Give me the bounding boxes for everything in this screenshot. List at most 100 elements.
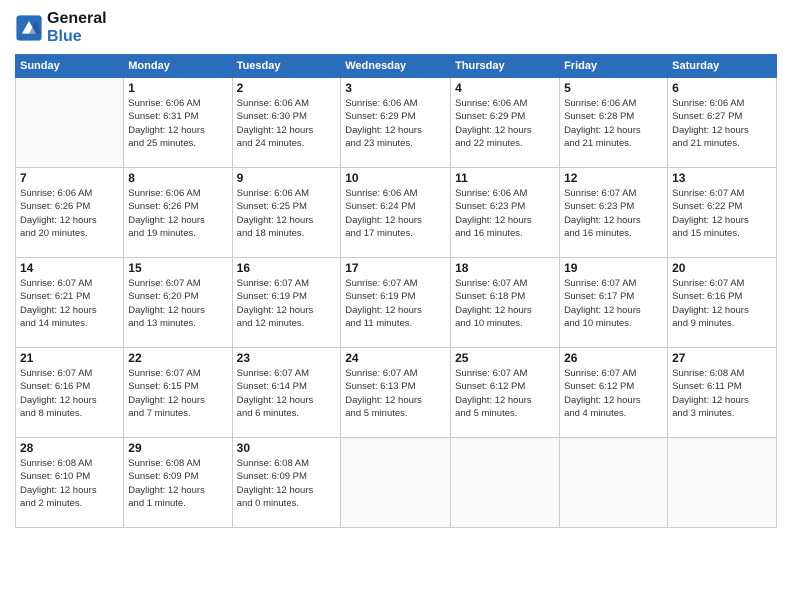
day-number: 26 <box>564 351 663 365</box>
calendar-cell: 26 Sunrise: 6:07 AM Sunset: 6:12 PM Dayli… <box>560 348 668 438</box>
day-number: 17 <box>345 261 446 275</box>
day-number: 2 <box>237 81 337 95</box>
calendar-cell: 27 Sunrise: 6:08 AM Sunset: 6:11 PM Dayli… <box>668 348 777 438</box>
day-info: Sunrise: 6:06 AM Sunset: 6:26 PM Dayligh… <box>128 187 227 240</box>
day-number: 1 <box>128 81 227 95</box>
day-number: 19 <box>564 261 663 275</box>
calendar-cell: 23Sunrise: 6:07 AM Sunset: 6:14 PM Dayli… <box>232 348 341 438</box>
day-number: 25 <box>455 351 555 365</box>
day-number: 15 <box>128 261 227 275</box>
calendar-cell: 28 Sunrise: 6:08 AM Sunset: 6:10 PM Dayli… <box>16 438 124 528</box>
calendar-cell: 10 Sunrise: 6:06 AM Sunset: 6:24 PM Dayli… <box>341 168 451 258</box>
day-number: 6 <box>672 81 772 95</box>
calendar-cell <box>668 438 777 528</box>
calendar-week-row: 7 Sunrise: 6:06 AM Sunset: 6:26 PM Daylig… <box>16 168 777 258</box>
calendar-cell: 12 Sunrise: 6:07 AM Sunset: 6:23 PM Dayli… <box>560 168 668 258</box>
calendar-cell <box>341 438 451 528</box>
calendar-cell: 17 Sunrise: 6:07 AM Sunset: 6:19 PM Dayli… <box>341 258 451 348</box>
day-info: Sunrise: 6:07 AM Sunset: 6:21 PM Dayligh… <box>20 277 119 330</box>
day-info: Sunrise: 6:08 AM Sunset: 6:10 PM Dayligh… <box>20 457 119 510</box>
day-info: Sunrise: 6:07 AM Sunset: 6:12 PM Dayligh… <box>564 367 663 420</box>
calendar-day-header: Friday <box>560 55 668 78</box>
page-header: General Blue <box>15 10 777 46</box>
calendar-cell: 3Sunrise: 6:06 AM Sunset: 6:29 PM Daylig… <box>341 78 451 168</box>
calendar-cell: 14 Sunrise: 6:07 AM Sunset: 6:21 PM Dayli… <box>16 258 124 348</box>
day-info: Sunrise: 6:07 AM Sunset: 6:18 PM Dayligh… <box>455 277 555 330</box>
day-info: Sunrise: 6:06 AM Sunset: 6:29 PM Dayligh… <box>455 97 555 150</box>
calendar-cell: 25Sunrise: 6:07 AM Sunset: 6:12 PM Dayli… <box>451 348 560 438</box>
day-number: 27 <box>672 351 772 365</box>
day-number: 30 <box>237 441 337 455</box>
calendar-cell: 7 Sunrise: 6:06 AM Sunset: 6:26 PM Daylig… <box>16 168 124 258</box>
day-number: 12 <box>564 171 663 185</box>
calendar-cell: 16 Sunrise: 6:07 AM Sunset: 6:19 PM Dayli… <box>232 258 341 348</box>
day-info: Sunrise: 6:07 AM Sunset: 6:23 PM Dayligh… <box>564 187 663 240</box>
calendar-day-header: Sunday <box>16 55 124 78</box>
day-number: 28 <box>20 441 119 455</box>
day-number: 4 <box>455 81 555 95</box>
calendar-cell: 4 Sunrise: 6:06 AM Sunset: 6:29 PM Daylig… <box>451 78 560 168</box>
calendar-cell: 21 Sunrise: 6:07 AM Sunset: 6:16 PM Dayli… <box>16 348 124 438</box>
calendar-day-header: Wednesday <box>341 55 451 78</box>
day-info: Sunrise: 6:06 AM Sunset: 6:31 PM Dayligh… <box>128 97 227 150</box>
logo: General Blue <box>15 10 107 46</box>
calendar-cell: 19 Sunrise: 6:07 AM Sunset: 6:17 PM Dayli… <box>560 258 668 348</box>
day-info: Sunrise: 6:07 AM Sunset: 6:19 PM Dayligh… <box>237 277 337 330</box>
calendar-cell: 13 Sunrise: 6:07 AM Sunset: 6:22 PM Dayli… <box>668 168 777 258</box>
day-number: 20 <box>672 261 772 275</box>
day-number: 22 <box>128 351 227 365</box>
day-number: 29 <box>128 441 227 455</box>
day-info: Sunrise: 6:06 AM Sunset: 6:27 PM Dayligh… <box>672 97 772 150</box>
day-number: 16 <box>237 261 337 275</box>
calendar-cell: 8 Sunrise: 6:06 AM Sunset: 6:26 PM Daylig… <box>124 168 232 258</box>
calendar-cell <box>560 438 668 528</box>
calendar-week-row: 21 Sunrise: 6:07 AM Sunset: 6:16 PM Dayli… <box>16 348 777 438</box>
day-number: 7 <box>20 171 119 185</box>
calendar-header-row: SundayMondayTuesdayWednesdayThursdayFrid… <box>16 55 777 78</box>
day-info: Sunrise: 6:07 AM Sunset: 6:17 PM Dayligh… <box>564 277 663 330</box>
calendar-cell: 29 Sunrise: 6:08 AM Sunset: 6:09 PM Dayli… <box>124 438 232 528</box>
calendar-cell: 15 Sunrise: 6:07 AM Sunset: 6:20 PM Dayli… <box>124 258 232 348</box>
calendar-day-header: Saturday <box>668 55 777 78</box>
day-info: Sunrise: 6:08 AM Sunset: 6:11 PM Dayligh… <box>672 367 772 420</box>
day-info: Sunrise: 6:08 AM Sunset: 6:09 PM Dayligh… <box>128 457 227 510</box>
day-number: 10 <box>345 171 446 185</box>
day-info: Sunrise: 6:06 AM Sunset: 6:23 PM Dayligh… <box>455 187 555 240</box>
day-number: 23 <box>237 351 337 365</box>
day-number: 11 <box>455 171 555 185</box>
day-number: 18 <box>455 261 555 275</box>
calendar-week-row: 14 Sunrise: 6:07 AM Sunset: 6:21 PM Dayli… <box>16 258 777 348</box>
day-info: Sunrise: 6:06 AM Sunset: 6:25 PM Dayligh… <box>237 187 337 240</box>
calendar-table: SundayMondayTuesdayWednesdayThursdayFrid… <box>15 54 777 528</box>
day-info: Sunrise: 6:07 AM Sunset: 6:20 PM Dayligh… <box>128 277 227 330</box>
calendar-day-header: Tuesday <box>232 55 341 78</box>
calendar-cell <box>451 438 560 528</box>
calendar-week-row: 1 Sunrise: 6:06 AM Sunset: 6:31 PM Daylig… <box>16 78 777 168</box>
day-info: Sunrise: 6:07 AM Sunset: 6:19 PM Dayligh… <box>345 277 446 330</box>
calendar-cell: 30Sunrise: 6:08 AM Sunset: 6:09 PM Dayli… <box>232 438 341 528</box>
calendar-cell: 11 Sunrise: 6:06 AM Sunset: 6:23 PM Dayli… <box>451 168 560 258</box>
calendar-week-row: 28 Sunrise: 6:08 AM Sunset: 6:10 PM Dayli… <box>16 438 777 528</box>
calendar-cell: 24Sunrise: 6:07 AM Sunset: 6:13 PM Dayli… <box>341 348 451 438</box>
day-info: Sunrise: 6:07 AM Sunset: 6:16 PM Dayligh… <box>20 367 119 420</box>
day-number: 21 <box>20 351 119 365</box>
day-number: 13 <box>672 171 772 185</box>
day-number: 8 <box>128 171 227 185</box>
calendar-cell: 20 Sunrise: 6:07 AM Sunset: 6:16 PM Dayli… <box>668 258 777 348</box>
day-info: Sunrise: 6:06 AM Sunset: 6:24 PM Dayligh… <box>345 187 446 240</box>
day-number: 14 <box>20 261 119 275</box>
day-number: 5 <box>564 81 663 95</box>
day-info: Sunrise: 6:06 AM Sunset: 6:26 PM Dayligh… <box>20 187 119 240</box>
calendar-cell: 18 Sunrise: 6:07 AM Sunset: 6:18 PM Dayli… <box>451 258 560 348</box>
day-info: Sunrise: 6:07 AM Sunset: 6:16 PM Dayligh… <box>672 277 772 330</box>
day-info: Sunrise: 6:07 AM Sunset: 6:22 PM Dayligh… <box>672 187 772 240</box>
calendar-cell: 6 Sunrise: 6:06 AM Sunset: 6:27 PM Daylig… <box>668 78 777 168</box>
day-info: Sunrise: 6:06 AM Sunset: 6:30 PM Dayligh… <box>237 97 337 150</box>
calendar-cell: 2 Sunrise: 6:06 AM Sunset: 6:30 PM Daylig… <box>232 78 341 168</box>
day-info: Sunrise: 6:06 AM Sunset: 6:28 PM Dayligh… <box>564 97 663 150</box>
calendar-cell <box>16 78 124 168</box>
day-info: Sunrise: 6:07 AM Sunset: 6:15 PM Dayligh… <box>128 367 227 420</box>
day-number: 24 <box>345 351 446 365</box>
calendar-day-header: Thursday <box>451 55 560 78</box>
day-number: 9 <box>237 171 337 185</box>
